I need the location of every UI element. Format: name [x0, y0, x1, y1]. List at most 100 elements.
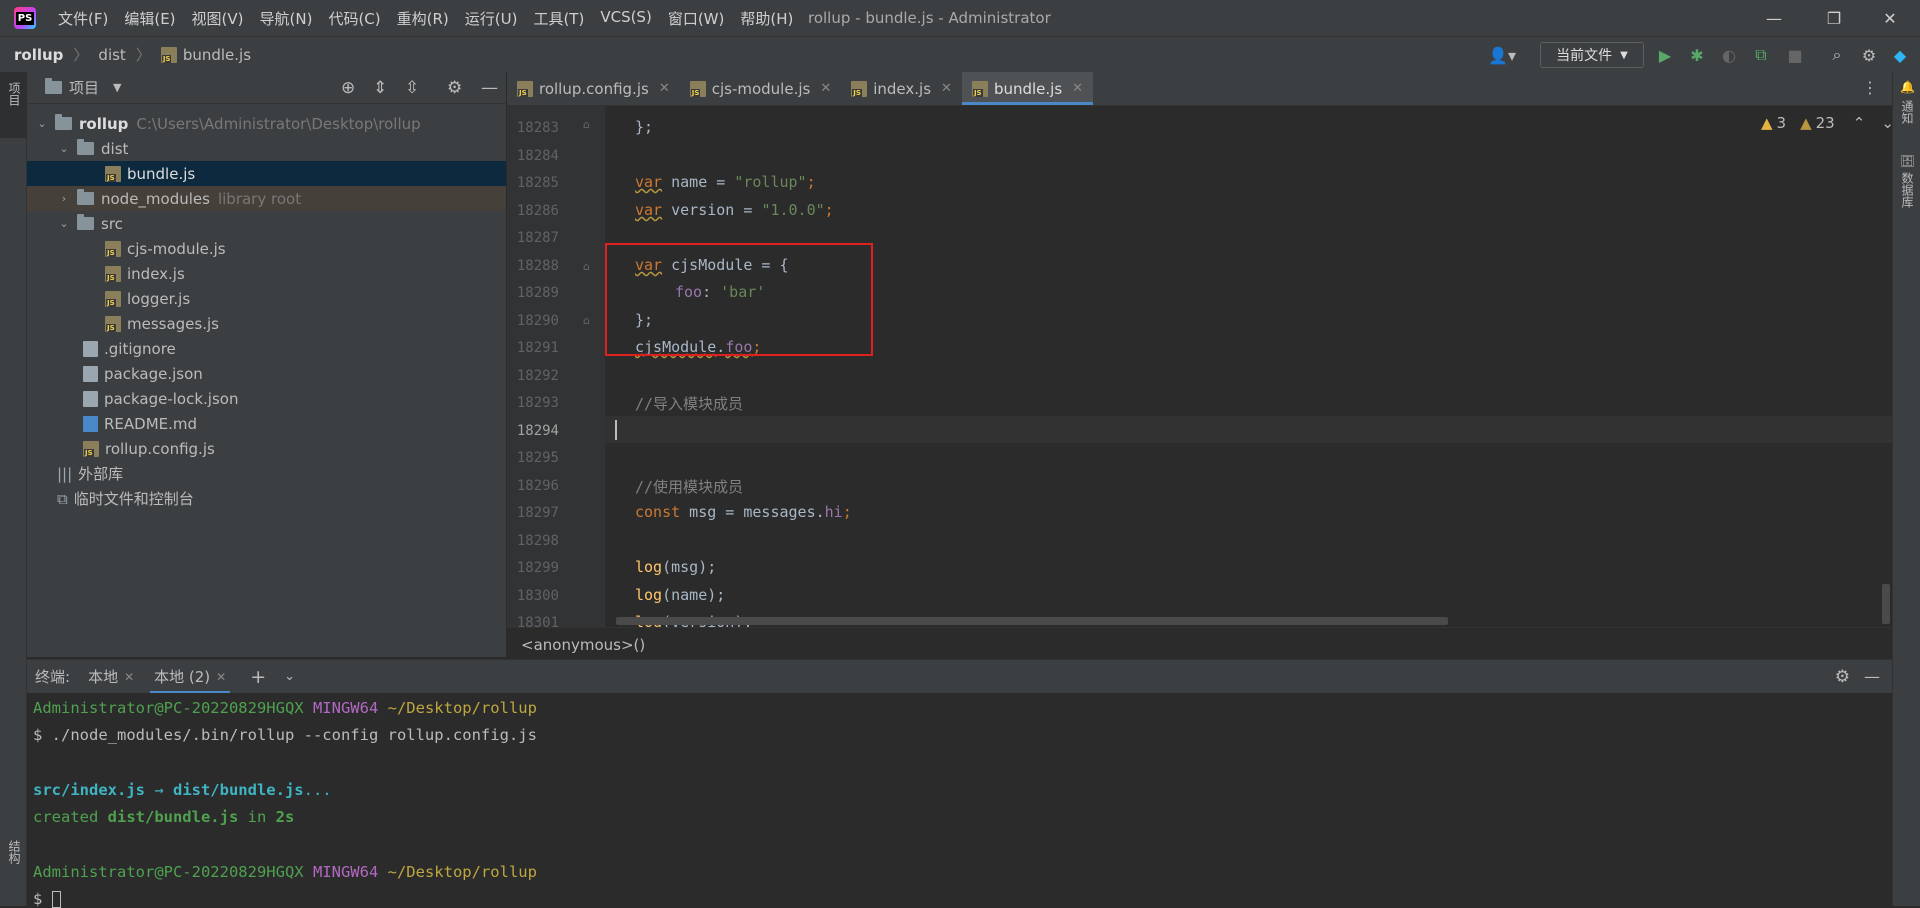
breadcrumb-project[interactable]: rollup	[14, 46, 63, 64]
scratches-icon: ⧉	[57, 489, 68, 508]
close-icon[interactable]: ✕	[1860, 0, 1920, 36]
editor-breadcrumb: <anonymous>()	[507, 627, 1892, 659]
vertical-scrollbar[interactable]	[1882, 584, 1890, 624]
chevron-down-icon[interactable]: ⌄	[57, 142, 71, 155]
terminal-tab-local[interactable]: 本地 ✕	[78, 660, 144, 694]
terminal-tab-local-2[interactable]: 本地 (2) ✕	[144, 660, 236, 694]
locate-icon[interactable]: ⊕	[341, 78, 355, 98]
new-tab-icon[interactable]: +	[250, 666, 266, 688]
chevron-down-icon[interactable]: ⌄	[284, 669, 295, 684]
run-icon[interactable]: ▶	[1654, 44, 1676, 66]
search-icon[interactable]: ⌕	[1826, 44, 1848, 66]
gear-icon[interactable]: ⚙	[1835, 667, 1850, 687]
menu-run[interactable]: 运行(U)	[457, 8, 526, 29]
fold-icon[interactable]: ⌂	[583, 314, 590, 327]
tree-item-bundle-js[interactable]: bundle.js	[27, 161, 506, 186]
close-tab-icon[interactable]: ✕	[659, 81, 670, 96]
tree-item-messages-js[interactable]: messages.js	[27, 311, 506, 336]
close-tab-icon[interactable]: ✕	[124, 670, 134, 684]
chevron-down-icon[interactable]: ⌄	[35, 117, 49, 130]
collapse-all-icon[interactable]: ⇳	[405, 78, 419, 98]
tree-item-gitignore[interactable]: .gitignore	[27, 336, 506, 361]
minimize-icon[interactable]: —	[1744, 0, 1804, 36]
menu-edit[interactable]: 编辑(E)	[116, 8, 183, 29]
run-config-select[interactable]: 当前文件 ▼	[1540, 42, 1644, 68]
tab-index-js[interactable]: index.js✕	[841, 72, 962, 105]
fold-icon[interactable]: ⌂	[583, 260, 590, 273]
tree-item-readme-md[interactable]: README.md	[27, 411, 506, 436]
tree-item-cjs-module-js[interactable]: cjs-module.js	[27, 236, 506, 261]
hide-icon[interactable]: —	[481, 78, 498, 98]
menu-vcs[interactable]: VCS(S)	[592, 8, 659, 29]
tree-item-package-json[interactable]: package.json	[27, 361, 506, 386]
plugin-icon[interactable]: ◆	[1889, 44, 1911, 66]
tree-item-rollup[interactable]: ⌄ rollup C:\Users\Administrator\Desktop\r…	[27, 111, 506, 136]
tree-item-external-libraries[interactable]: ||| 外部库	[27, 461, 506, 486]
fold-icon[interactable]: ⌂	[583, 118, 590, 131]
tree-item-node-modules[interactable]: › node_modules library root	[27, 186, 506, 211]
tree-item-index-js[interactable]: index.js	[27, 261, 506, 286]
more-tabs-icon[interactable]: ⋮	[1862, 78, 1878, 97]
menu-view[interactable]: 视图(V)	[184, 8, 252, 29]
line-number: 18295	[516, 450, 559, 466]
horizontal-scrollbar[interactable]	[616, 617, 1448, 625]
menu-navigate[interactable]: 导航(N)	[252, 8, 321, 29]
tree-item-rollup-config-js[interactable]: rollup.config.js	[27, 436, 506, 461]
breadcrumb-folder[interactable]: dist	[98, 46, 125, 64]
close-tab-icon[interactable]: ✕	[941, 81, 952, 96]
tab-rollup-config-js[interactable]: rollup.config.js✕	[507, 72, 680, 105]
menu-code[interactable]: 代码(C)	[320, 8, 388, 29]
folder-icon	[77, 139, 94, 155]
profile-icon[interactable]: ⧉	[1750, 44, 1772, 66]
notifications-tool-tab[interactable]: 通知	[1899, 100, 1916, 124]
terminal-output[interactable]: Administrator@PC-20220829HGQX MINGW64 ~/…	[27, 693, 1892, 908]
line-number: 18291	[516, 340, 559, 356]
terminal-line: src/index.js → dist/bundle.js...	[33, 781, 332, 799]
database-tool-tab[interactable]: 数据库	[1899, 172, 1916, 208]
menu-file[interactable]: 文件(F)	[50, 8, 116, 29]
menu-refactor[interactable]: 重构(R)	[389, 8, 457, 29]
tab-bundle-js[interactable]: bundle.js✕	[961, 72, 1094, 105]
project-panel-title[interactable]: 项目	[69, 77, 99, 98]
close-tab-icon[interactable]: ✕	[1072, 81, 1083, 96]
chevron-down-icon[interactable]: ▼	[113, 81, 121, 94]
menu-tools[interactable]: 工具(T)	[525, 8, 592, 29]
warnings-indicator[interactable]: ▲ 3 ▲ 23 ⌃ ⌄	[1761, 114, 1892, 132]
coverage-icon[interactable]: ◐	[1718, 44, 1740, 66]
tree-item-package-lock-json[interactable]: package-lock.json	[27, 386, 506, 411]
code-comment: //使用模块成员	[635, 478, 744, 496]
expand-all-icon[interactable]: ⇕	[373, 78, 387, 98]
line-number: 18292	[516, 368, 559, 384]
code-line: log(name);	[635, 586, 726, 604]
menu-help[interactable]: 帮助(H)	[732, 8, 801, 29]
user-icon[interactable]: 👤▾	[1484, 44, 1520, 66]
breadcrumb-file[interactable]: bundle.js	[183, 46, 251, 64]
tree-item-dist[interactable]: ⌄ dist	[27, 136, 506, 161]
terminal-prompt: $	[33, 890, 61, 908]
chevron-up-icon[interactable]: ⌃	[1853, 114, 1866, 132]
tree-item-scratches[interactable]: ⧉ 临时文件和控制台	[27, 486, 506, 511]
breadcrumb: rollup 〉 dist 〉 bundle.js	[0, 44, 251, 65]
context-label[interactable]: <anonymous>()	[521, 636, 645, 654]
close-tab-icon[interactable]: ✕	[216, 670, 226, 684]
debug-icon[interactable]: ✱	[1686, 44, 1708, 66]
code-editor[interactable]: 18283 18284 18285 18286 18287 18288 1828…	[507, 106, 1892, 627]
menu-window[interactable]: 窗口(W)	[660, 8, 733, 29]
line-number: 18286	[516, 203, 559, 219]
stop-icon[interactable]: ■	[1784, 44, 1806, 66]
structure-tool-tab[interactable]: 结构	[6, 840, 23, 864]
restore-icon[interactable]: ❐	[1804, 0, 1864, 36]
chevron-down-icon[interactable]: ⌄	[57, 217, 71, 230]
folder-icon	[55, 114, 72, 130]
hide-icon[interactable]: —	[1864, 667, 1880, 686]
gear-icon[interactable]: ⚙	[1858, 44, 1880, 66]
gear-icon[interactable]: ⚙	[447, 78, 462, 98]
project-tool-tab[interactable]: 项目	[6, 82, 23, 106]
tab-cjs-module-js[interactable]: cjs-module.js✕	[680, 72, 842, 105]
tree-item-logger-js[interactable]: logger.js	[27, 286, 506, 311]
chevron-right-icon[interactable]: ›	[57, 192, 71, 205]
close-tab-icon[interactable]: ✕	[820, 81, 831, 96]
line-number: 18298	[516, 533, 559, 549]
tree-item-src[interactable]: ⌄ src	[27, 211, 506, 236]
chevron-down-icon[interactable]: ⌄	[1881, 114, 1892, 132]
